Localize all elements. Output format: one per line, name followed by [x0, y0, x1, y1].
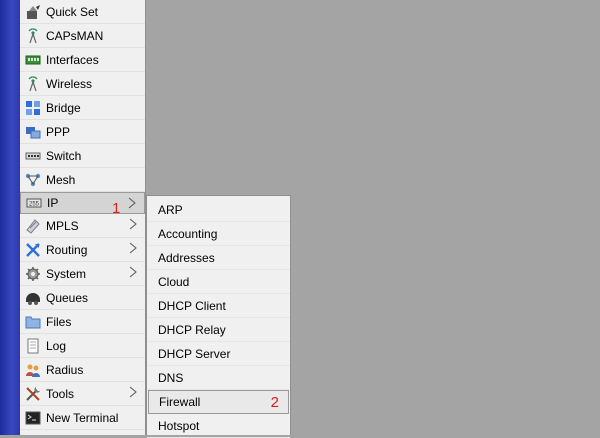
submenu-item-label: ARP: [158, 202, 183, 217]
menu-item-mesh[interactable]: Mesh: [20, 168, 145, 192]
submenu-item-label: Hotspot: [158, 418, 200, 433]
submenu-item-firewall[interactable]: Firewall 2: [148, 390, 289, 414]
quick-set-icon: [25, 4, 41, 20]
svg-text:255: 255: [29, 202, 40, 208]
submenu-item-label: DNS: [158, 370, 184, 385]
submenu-item-dhcp-client[interactable]: DHCP Client: [147, 294, 290, 318]
menu-item-routing[interactable]: Routing: [20, 238, 145, 262]
routing-icon: [25, 242, 41, 258]
menu-item-system[interactable]: System: [20, 262, 145, 286]
submenu-item-dhcp-relay[interactable]: DHCP Relay: [147, 318, 290, 342]
ppp-icon: [25, 124, 41, 140]
submenu-item-label: DHCP Relay: [158, 322, 226, 337]
menu-item-tools[interactable]: Tools: [20, 382, 145, 406]
submenu-arrow-icon: [129, 242, 137, 254]
menu-item-ip[interactable]: 255 IP: [20, 192, 145, 214]
submenu-arrow-icon: [129, 218, 137, 230]
submenu-item-label: Accounting: [158, 226, 218, 241]
main-menu: Quick Set CAPsMAN Interfaces Wireless Br…: [20, 0, 146, 435]
menu-item-label: MPLS: [46, 218, 79, 233]
submenu-item-label: Addresses: [158, 250, 215, 265]
menu-item-label: CAPsMAN: [46, 28, 104, 43]
antenna-icon: [25, 75, 41, 92]
submenu-item-arp[interactable]: ARP: [147, 198, 290, 222]
winbox-side-strip: [0, 0, 20, 435]
menu-item-label: System: [46, 266, 87, 281]
submenu-item-hotspot[interactable]: Hotspot: [147, 414, 290, 438]
menu-item-mpls[interactable]: MPLS: [20, 214, 145, 238]
menu-item-log[interactable]: Log: [20, 334, 145, 358]
antenna-icon: [25, 27, 41, 44]
submenu-item-label: Firewall: [159, 395, 201, 409]
interfaces-icon: [25, 52, 41, 68]
submenu-item-dns[interactable]: DNS: [147, 366, 290, 390]
log-icon: [25, 338, 41, 354]
menu-item-label: Switch: [46, 148, 82, 163]
menu-item-radius[interactable]: Radius: [20, 358, 145, 382]
bridge-icon: [25, 100, 41, 116]
menu-item-capsman[interactable]: CAPsMAN: [20, 24, 145, 48]
queues-icon: [25, 290, 41, 306]
submenu-arrow-icon: [129, 266, 137, 278]
annotation-step-1: 1: [112, 200, 121, 217]
menu-item-label: New Terminal: [46, 410, 119, 425]
terminal-icon: [25, 410, 41, 426]
menu-item-label: Queues: [46, 290, 89, 305]
menu-item-label: Bridge: [46, 100, 81, 115]
submenu-arrow-icon: [129, 386, 137, 398]
menu-item-label: Log: [46, 338, 67, 353]
menu-item-ppp[interactable]: PPP: [20, 120, 145, 144]
menu-item-interfaces[interactable]: Interfaces: [20, 48, 145, 72]
ip-icon: 255: [26, 195, 42, 211]
tools-icon: [25, 386, 41, 402]
ip-submenu: ARP Accounting Addresses Cloud DHCP Clie…: [146, 195, 291, 438]
menu-item-label: Wireless: [46, 76, 93, 91]
menu-item-queues[interactable]: Queues: [20, 286, 145, 310]
menu-item-bridge[interactable]: Bridge: [20, 96, 145, 120]
gear-icon: [25, 266, 41, 282]
mpls-icon: [25, 218, 41, 234]
submenu-item-label: DHCP Server: [158, 346, 231, 361]
submenu-arrow-icon: [128, 197, 136, 209]
menu-item-label: Interfaces: [46, 52, 99, 67]
menu-item-label: Tools: [46, 386, 75, 401]
menu-item-label: Routing: [46, 242, 88, 257]
folder-icon: [25, 314, 41, 330]
menu-item-files[interactable]: Files: [20, 310, 145, 334]
menu-item-quick-set[interactable]: Quick Set: [20, 0, 145, 24]
users-icon: [25, 362, 41, 378]
mesh-icon: [25, 172, 41, 188]
submenu-item-label: DHCP Client: [158, 298, 226, 313]
submenu-item-label: Cloud: [158, 274, 190, 289]
submenu-item-cloud[interactable]: Cloud: [147, 270, 290, 294]
menu-item-label: PPP: [46, 124, 71, 139]
menu-item-label: Files: [46, 314, 72, 329]
menu-item-switch[interactable]: Switch: [20, 144, 145, 168]
menu-item-label: Mesh: [46, 172, 76, 187]
menu-item-label: Quick Set: [46, 4, 99, 19]
submenu-item-dhcp-server[interactable]: DHCP Server: [147, 342, 290, 366]
menu-item-new-terminal[interactable]: New Terminal: [20, 406, 145, 430]
menu-item-label: Radius: [46, 362, 84, 377]
annotation-step-2: 2: [270, 394, 279, 411]
switch-icon: [25, 148, 41, 164]
submenu-item-accounting[interactable]: Accounting: [147, 222, 290, 246]
menu-item-wireless[interactable]: Wireless: [20, 72, 145, 96]
submenu-item-addresses[interactable]: Addresses: [147, 246, 290, 270]
menu-item-label: IP: [47, 196, 59, 210]
